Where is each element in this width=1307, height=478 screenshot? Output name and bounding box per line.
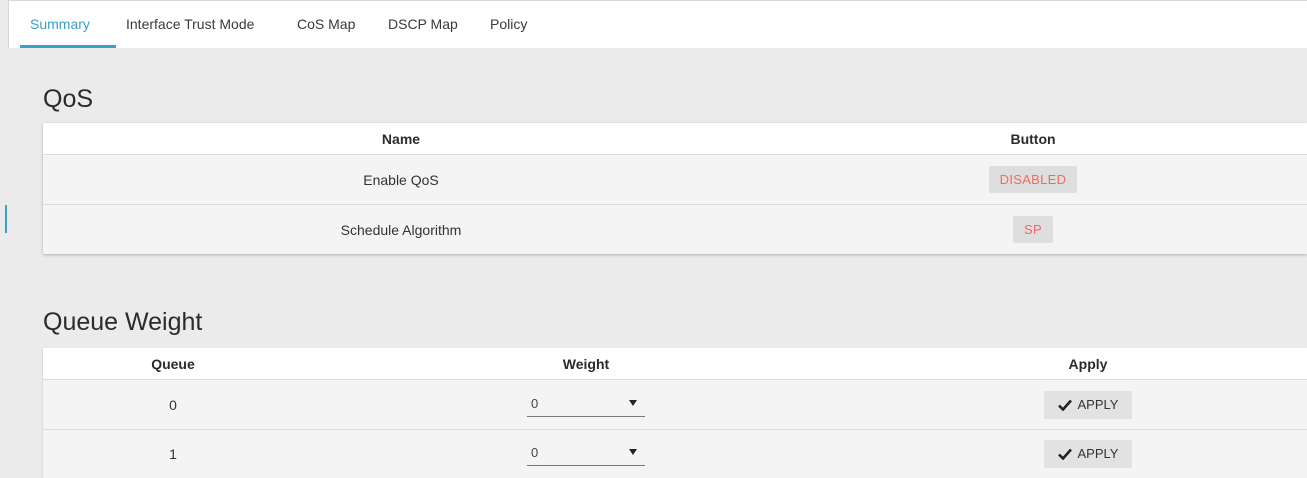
- column-header-apply: Apply: [1068, 355, 1108, 372]
- active-tab-indicator: [20, 45, 116, 48]
- checkmark-icon: [1057, 448, 1072, 460]
- tab-cos-map[interactable]: CoS Map: [297, 1, 355, 48]
- queue-weight-section-title: Queue Weight: [43, 308, 203, 336]
- enable-qos-toggle-button[interactable]: DISABLED: [988, 166, 1078, 193]
- caret-down-icon: [629, 399, 637, 406]
- queue-weight-table: Queue Weight Apply 0 0 APPLY 1 0 APPLY: [43, 348, 1307, 478]
- apply-button[interactable]: APPLY: [1044, 440, 1132, 468]
- weight-cell: 0: [303, 380, 869, 429]
- apply-button-label: APPLY: [1077, 396, 1119, 412]
- weight-select-value: 0: [531, 445, 539, 460]
- apply-button-label: APPLY: [1077, 446, 1119, 461]
- table-row: 1 0 APPLY: [43, 430, 1307, 478]
- button-cell: SP: [759, 205, 1307, 254]
- table-row: Enable QoS DISABLED: [43, 155, 1307, 205]
- tab-summary[interactable]: Summary: [30, 1, 90, 48]
- column-header-button: Button: [1010, 130, 1056, 147]
- table-row: Schedule Algorithm SP: [43, 205, 1307, 254]
- queue-number: 0: [169, 396, 177, 413]
- table-row: 0 0 APPLY: [43, 380, 1307, 430]
- caret-down-icon: [629, 449, 637, 455]
- tab-bar: Summary Interface Trust Mode CoS Map DSC…: [8, 0, 1307, 48]
- schedule-algorithm-button[interactable]: SP: [1013, 216, 1053, 243]
- queue-weight-table-header: Queue Weight Apply: [43, 348, 1307, 380]
- column-header-weight: Weight: [562, 355, 610, 372]
- row-label-enable-qos: Enable QoS: [363, 171, 439, 188]
- button-cell: DISABLED: [759, 155, 1307, 204]
- apply-cell: APPLY: [869, 430, 1307, 478]
- tab-policy[interactable]: Policy: [490, 1, 527, 48]
- apply-cell: APPLY: [869, 380, 1307, 429]
- queue-number: 1: [169, 446, 177, 462]
- weight-select[interactable]: 0: [527, 393, 645, 417]
- checkmark-icon: [1057, 399, 1072, 411]
- apply-button[interactable]: APPLY: [1044, 390, 1132, 419]
- weight-select[interactable]: 0: [527, 442, 645, 466]
- tab-interface-trust-mode[interactable]: Interface Trust Mode: [126, 1, 254, 48]
- weight-cell: 0: [303, 430, 869, 478]
- side-accent-bar: [5, 205, 7, 233]
- qos-table-header: Name Button: [43, 123, 1307, 155]
- qos-section-title: QoS: [43, 85, 94, 113]
- tab-dscp-map[interactable]: DSCP Map: [388, 1, 458, 48]
- qos-table: Name Button Enable QoS DISABLED Schedule…: [43, 123, 1307, 254]
- column-header-queue: Queue: [151, 355, 195, 372]
- weight-select-value: 0: [531, 395, 539, 411]
- column-header-name: Name: [381, 130, 421, 147]
- row-label-schedule-algorithm: Schedule Algorithm: [340, 221, 462, 238]
